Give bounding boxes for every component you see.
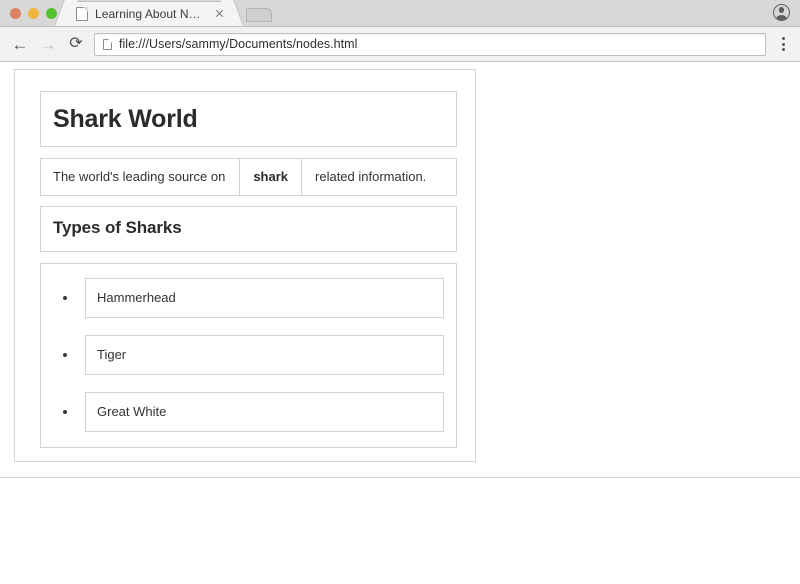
menu-dot <box>781 48 785 51</box>
tab-strip: Learning About Nodes <box>0 0 800 27</box>
page-document-icon <box>76 6 88 21</box>
menu-dot <box>781 42 785 46</box>
list-item: Hammerhead <box>53 277 444 318</box>
back-button[interactable]: ← <box>6 30 34 58</box>
page-title: Shark World <box>53 105 198 133</box>
browser-window: Learning About Nodes ← → ⟳ file:///Users… <box>0 0 800 584</box>
dom-node-ul: Hammerhead Tiger Great White <box>40 262 457 448</box>
dom-node-body: Shark World The world's leading source o… <box>14 69 476 462</box>
section-title: Types of Sharks <box>53 218 182 237</box>
tab-title: Learning About Nodes <box>95 6 207 21</box>
browser-toolbar: ← → ⟳ file:///Users/sammy/Documents/node… <box>0 27 800 62</box>
dom-node-h2: Types of Sharks <box>40 206 457 252</box>
reload-button[interactable]: ⟳ <box>62 30 90 58</box>
paragraph-text-before: The world's leading source on <box>53 169 226 184</box>
browser-menu-button[interactable] <box>772 30 794 58</box>
address-bar[interactable]: file:///Users/sammy/Documents/nodes.html <box>94 32 766 56</box>
window-maximize-button[interactable] <box>46 8 57 19</box>
list-item: Tiger <box>53 334 444 375</box>
dom-node-li: Great White <box>85 391 444 432</box>
bullet-icon <box>63 295 67 300</box>
dom-node-strong: shark <box>239 159 303 195</box>
bullet-icon <box>63 409 67 414</box>
bullet-icon <box>63 352 67 357</box>
page-document-icon <box>103 38 112 50</box>
window-close-button[interactable] <box>10 8 21 19</box>
user-avatar-icon[interactable] <box>773 4 790 21</box>
arrow-left-icon: ← <box>11 34 29 54</box>
close-icon[interactable] <box>213 7 227 21</box>
paragraph-text-after: related information. <box>315 169 427 184</box>
page-viewport: Shark World The world's leading source o… <box>0 62 800 478</box>
list-item: Great White <box>53 391 444 432</box>
desktop-background <box>0 478 800 582</box>
dom-node-li: Hammerhead <box>85 277 444 318</box>
dom-node-h1: Shark World <box>40 91 457 147</box>
reload-icon: ⟳ <box>69 35 83 52</box>
browser-tab-active[interactable]: Learning About Nodes <box>66 1 232 26</box>
dom-node-p: The world's leading source on shark rela… <box>40 158 457 196</box>
address-bar-url: file:///Users/sammy/Documents/nodes.html <box>119 37 358 51</box>
window-minimize-button[interactable] <box>28 8 39 19</box>
dom-node-li: Tiger <box>85 334 444 375</box>
arrow-right-icon: → <box>39 34 57 54</box>
forward-button[interactable]: → <box>34 30 62 58</box>
new-tab-button[interactable] <box>246 8 272 22</box>
menu-dot <box>781 37 785 40</box>
